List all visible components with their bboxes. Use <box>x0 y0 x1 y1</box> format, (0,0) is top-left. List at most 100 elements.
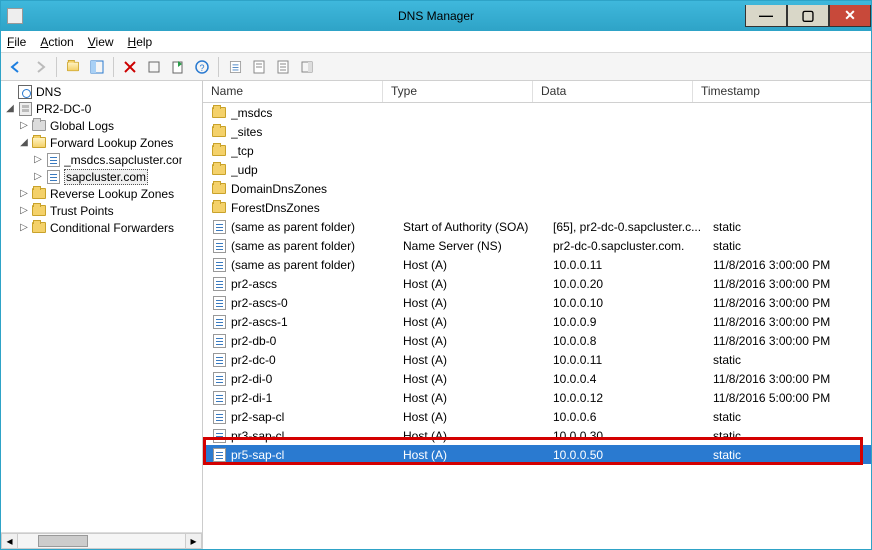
cell-timestamp: 11/8/2016 3:00:00 PM <box>713 258 871 272</box>
expand-toggle-icon[interactable]: ▷ <box>31 171 45 182</box>
record-icon <box>211 447 227 463</box>
cell-type: Host (A) <box>403 277 553 291</box>
cell-name: pr2-ascs <box>231 277 403 291</box>
menu-help[interactable]: Help <box>128 35 153 49</box>
record-icon <box>211 352 227 368</box>
record-icon <box>211 371 227 387</box>
list-record-row[interactable]: (same as parent folder)Host (A)10.0.0.11… <box>203 255 871 274</box>
menu-view[interactable]: View <box>88 35 114 49</box>
up-button[interactable] <box>62 56 84 78</box>
maximize-button[interactable]: ▢ <box>787 5 829 27</box>
help-button[interactable]: ? <box>191 56 213 78</box>
title-bar: DNS Manager — ▢ ✕ <box>1 1 871 31</box>
cell-type: Host (A) <box>403 315 553 329</box>
column-header-name[interactable]: Name <box>203 81 383 102</box>
scroll-thumb[interactable] <box>38 535 88 547</box>
properties-button-2[interactable] <box>272 56 294 78</box>
menu-file[interactable]: File <box>7 35 26 49</box>
list-folder-row[interactable]: _msdcs <box>203 103 871 122</box>
expand-toggle-icon[interactable]: ▷ <box>17 205 31 216</box>
tree-node-forward-lookup-zones[interactable]: ◢ Forward Lookup Zones <box>3 134 202 151</box>
folder-icon <box>211 200 227 216</box>
cell-name: pr2-dc-0 <box>231 353 403 367</box>
cell-type: Host (A) <box>403 391 553 405</box>
list-folder-row[interactable]: _udp <box>203 160 871 179</box>
cell-type: Host (A) <box>403 372 553 386</box>
list-record-row[interactable]: pr2-ascs-1Host (A)10.0.0.911/8/2016 3:00… <box>203 312 871 331</box>
list-record-row[interactable]: pr2-ascs-0Host (A)10.0.0.1011/8/2016 3:0… <box>203 293 871 312</box>
cell-timestamp: 11/8/2016 3:00:00 PM <box>713 315 871 329</box>
menu-action[interactable]: Action <box>40 35 73 49</box>
cell-data: 10.0.0.9 <box>553 315 713 329</box>
back-button[interactable] <box>5 56 27 78</box>
folder-icon <box>211 143 227 159</box>
cell-data: 10.0.0.6 <box>553 410 713 424</box>
list-record-row[interactable]: pr2-db-0Host (A)10.0.0.811/8/2016 3:00:0… <box>203 331 871 350</box>
column-header-timestamp[interactable]: Timestamp <box>693 81 871 102</box>
list-folder-row[interactable]: ForestDnsZones <box>203 198 871 217</box>
show-hide-tree-button[interactable] <box>86 56 108 78</box>
minimize-button[interactable]: — <box>745 5 787 27</box>
tree-node-reverse-lookup-zones[interactable]: ▷ Reverse Lookup Zones <box>3 185 202 202</box>
cell-type: Host (A) <box>403 410 553 424</box>
expand-toggle-icon[interactable]: ▷ <box>17 222 31 233</box>
tree-node-msdcs-zone[interactable]: ▷ _msdcs.sapcluster.com <box>3 151 202 168</box>
column-header-type[interactable]: Type <box>383 81 533 102</box>
expand-toggle-icon[interactable]: ▷ <box>17 120 31 131</box>
list-record-row[interactable]: pr3-sap-clHost (A)10.0.0.30static <box>203 426 871 445</box>
expand-toggle-icon[interactable]: ◢ <box>17 137 31 148</box>
tree-node-trust-points[interactable]: ▷ Trust Points <box>3 202 202 219</box>
tree-node-server[interactable]: ◢ PR2-DC-0 <box>3 100 202 117</box>
cell-timestamp: static <box>713 410 871 424</box>
list-record-row[interactable]: (same as parent folder)Name Server (NS)p… <box>203 236 871 255</box>
refresh-button[interactable] <box>143 56 165 78</box>
forward-button[interactable] <box>29 56 51 78</box>
tree-node-global-logs[interactable]: ▷ Global Logs <box>3 117 202 134</box>
column-header-data[interactable]: Data <box>533 81 693 102</box>
new-record-button[interactable] <box>224 56 246 78</box>
app-icon <box>7 8 23 24</box>
tree-scrollbar[interactable]: ◂ ▸ <box>1 532 202 549</box>
list-record-row[interactable]: pr2-dc-0Host (A)10.0.0.11static <box>203 350 871 369</box>
cell-name: _tcp <box>231 144 403 158</box>
expand-toggle-icon[interactable]: ▷ <box>31 154 45 165</box>
properties-button-1[interactable] <box>248 56 270 78</box>
cell-name: _udp <box>231 163 403 177</box>
cell-name: _msdcs <box>231 106 403 120</box>
list-header: Name Type Data Timestamp <box>203 81 871 103</box>
delete-button[interactable] <box>119 56 141 78</box>
cell-name: pr2-ascs-1 <box>231 315 403 329</box>
list-record-row[interactable]: (same as parent folder)Start of Authorit… <box>203 217 871 236</box>
toolbar: ? <box>1 53 871 81</box>
tree-node-conditional-forwarders[interactable]: ▷ Conditional Forwarders <box>3 219 202 236</box>
export-button[interactable] <box>167 56 189 78</box>
record-icon <box>211 257 227 273</box>
cell-name: pr2-sap-cl <box>231 410 403 424</box>
scroll-right-icon[interactable]: ▸ <box>185 533 202 549</box>
cell-type: Host (A) <box>403 429 553 443</box>
list-folder-row[interactable]: _sites <box>203 122 871 141</box>
list-folder-row[interactable]: _tcp <box>203 141 871 160</box>
list-folder-row[interactable]: DomainDnsZones <box>203 179 871 198</box>
tree-root-dns[interactable]: DNS <box>3 83 202 100</box>
folder-icon <box>211 105 227 121</box>
record-icon <box>211 276 227 292</box>
list-record-row[interactable]: pr2-ascsHost (A)10.0.0.2011/8/2016 3:00:… <box>203 274 871 293</box>
cell-type: Host (A) <box>403 334 553 348</box>
cell-data: 10.0.0.10 <box>553 296 713 310</box>
filter-button[interactable] <box>296 56 318 78</box>
scroll-left-icon[interactable]: ◂ <box>1 533 18 549</box>
list-record-row[interactable]: pr2-sap-clHost (A)10.0.0.6static <box>203 407 871 426</box>
list-record-row[interactable]: pr5-sap-clHost (A)10.0.0.50static <box>203 445 871 464</box>
record-icon <box>211 295 227 311</box>
expand-toggle-icon[interactable]: ▷ <box>17 188 31 199</box>
cell-data: 10.0.0.11 <box>553 353 713 367</box>
list-record-row[interactable]: pr2-di-1Host (A)10.0.0.1211/8/2016 5:00:… <box>203 388 871 407</box>
window-title: DNS Manager <box>1 9 871 23</box>
close-button[interactable]: ✕ <box>829 5 871 27</box>
folder-icon <box>211 181 227 197</box>
list-record-row[interactable]: pr2-di-0Host (A)10.0.0.411/8/2016 3:00:0… <box>203 369 871 388</box>
tree-node-sapcluster-zone[interactable]: ▷ sapcluster.com <box>3 168 202 185</box>
expand-toggle-icon[interactable]: ◢ <box>3 103 17 114</box>
cell-data: 10.0.0.50 <box>553 448 713 462</box>
